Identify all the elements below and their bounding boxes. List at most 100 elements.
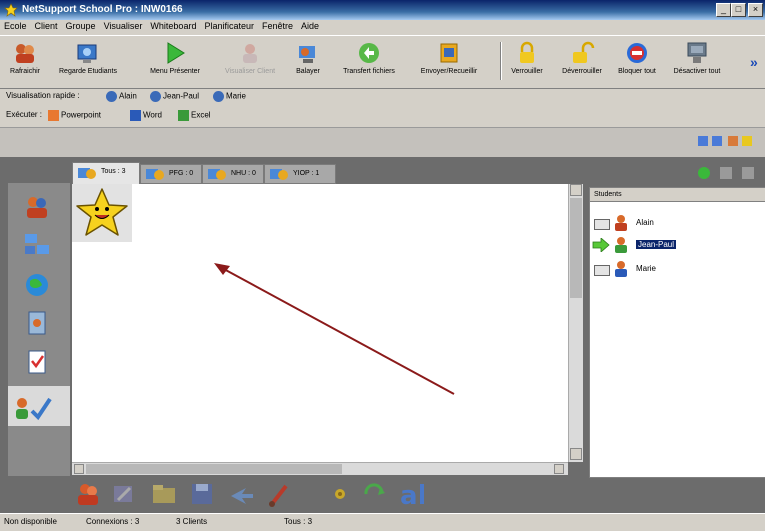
students-group-icon[interactable] [74, 480, 102, 508]
send-arrow-icon[interactable] [228, 480, 256, 508]
send-collect-icon [440, 43, 458, 63]
menu-whiteboard[interactable]: Whiteboard [146, 20, 200, 32]
student-icon [615, 215, 627, 231]
student-row-alain[interactable]: Alain [592, 214, 762, 232]
menu-visualiser[interactable]: Visualiser [100, 20, 147, 32]
excel-icon [178, 110, 189, 121]
execute-word[interactable]: Word [130, 110, 162, 121]
scroll-thumb[interactable] [570, 198, 582, 298]
save-icon[interactable] [188, 480, 216, 508]
view-client-icon [243, 44, 257, 63]
recycle-icon[interactable] [360, 480, 388, 508]
brush-icon[interactable] [266, 480, 294, 508]
quick-view-marie[interactable]: Marie [213, 91, 246, 102]
view-client-button[interactable]: Visualiser Client [222, 38, 278, 86]
test-designer-icon[interactable] [12, 393, 52, 421]
status-availability: Non disponible [4, 517, 57, 526]
unlock-button[interactable]: Déverrouiller [554, 38, 610, 86]
students-header: Students [590, 188, 765, 202]
watch-students-button[interactable]: Regarde Etudiants [58, 38, 118, 86]
block-all-button[interactable]: Bloquer tout [612, 38, 662, 86]
group-icon [208, 169, 226, 180]
student-row-jean-paul[interactable]: Jean-Paul [592, 236, 762, 254]
edit-pen-icon[interactable] [110, 480, 138, 508]
group-icon [78, 168, 96, 179]
laptop-icon [594, 265, 610, 276]
vertical-scrollbar[interactable] [568, 184, 583, 462]
add-icon[interactable] [698, 167, 710, 179]
applications-icon[interactable] [22, 309, 52, 337]
hscroll-thumb[interactable] [86, 464, 342, 474]
status-total: Tous : 3 [284, 517, 313, 526]
network-icon[interactable] [22, 231, 52, 259]
laptop-icon [594, 219, 610, 230]
lock-button[interactable]: Verrouiller [504, 38, 550, 86]
main-canvas[interactable] [72, 184, 568, 462]
grid-view-icon[interactable] [698, 136, 708, 146]
horizontal-scrollbar[interactable] [72, 462, 568, 475]
internet-icon[interactable] [22, 271, 52, 299]
menu-bar: Ecole Client Groupe Visualiser Whiteboard Pla… [0, 20, 765, 35]
arrow-right-icon [592, 238, 610, 252]
list-view-icon[interactable] [712, 136, 722, 146]
survey-icon[interactable] [22, 348, 52, 376]
execute-bar: Exécuter : Powerpoint Word Excel [0, 108, 765, 125]
execute-excel[interactable]: Excel [178, 110, 211, 121]
toolbar-separator [500, 42, 502, 80]
disable-all-icon [687, 42, 707, 63]
maximize-button[interactable]: □ [731, 3, 746, 17]
scan-icon [299, 46, 315, 63]
tab-pfg[interactable]: PFG : 0 [140, 164, 202, 184]
student-icon [615, 237, 627, 253]
tab-nhu[interactable]: NHU : 0 [202, 164, 264, 184]
tab-all[interactable]: Tous : 3 [72, 162, 140, 186]
unlock-icon [573, 41, 595, 63]
menu-groupe[interactable]: Groupe [62, 20, 100, 32]
delete-icon[interactable] [742, 167, 754, 179]
quick-view-jean-paul[interactable]: Jean-Paul [150, 91, 199, 102]
students-panel: Students Alain Jean-Paul Marie [589, 187, 765, 478]
edit-icon[interactable] [720, 167, 732, 179]
student-row-marie[interactable]: Marie [592, 260, 762, 278]
monitor-icon [150, 91, 161, 102]
menu-aide[interactable]: Aide [297, 20, 323, 32]
close-button[interactable]: × [748, 3, 763, 17]
status-connections: Connexions : 3 [86, 517, 140, 526]
open-folder-icon[interactable] [150, 480, 178, 508]
menu-planificateur[interactable]: Planificateur [200, 20, 258, 32]
powerpoint-icon [48, 110, 59, 121]
flower-icon[interactable] [326, 480, 354, 508]
menu-client[interactable]: Client [31, 20, 62, 32]
present-button[interactable]: Menu Présenter [150, 38, 200, 86]
file-transfer-button[interactable]: Transfert fichiers [338, 38, 400, 86]
separator-band [0, 127, 765, 158]
execute-powerpoint[interactable]: Powerpoint [48, 110, 101, 121]
tab-yiop[interactable]: YIOP : 1 [264, 164, 336, 184]
scan-button[interactable]: Balayer [290, 38, 326, 86]
folder-icon[interactable] [742, 136, 752, 146]
quick-view-bar: Visualisation rapide : Alain Jean-Paul M… [0, 89, 765, 106]
pointer-arrow [214, 263, 455, 395]
text-tool-icon[interactable]: a [396, 480, 436, 508]
quick-view-alain[interactable]: Alain [106, 91, 137, 102]
scroll-right-button[interactable] [554, 464, 564, 474]
menu-fenetre[interactable]: Fenêtre [258, 20, 297, 32]
toolbar: Rafraichir Regarde Etudiants Menu Présen… [0, 35, 765, 89]
workspace-actions [690, 165, 760, 181]
refresh-icon [16, 44, 34, 63]
settings-icon[interactable] [728, 136, 738, 146]
send-collect-button[interactable]: Envoyer/Recueillir [416, 38, 482, 86]
scroll-up-button[interactable] [570, 184, 582, 196]
toolbar-more-icon[interactable]: » [750, 54, 758, 70]
disable-all-button[interactable]: Désactiver tout [668, 38, 726, 86]
minimize-button[interactable]: _ [716, 3, 731, 17]
group-icon [146, 169, 164, 180]
students-icon[interactable] [22, 193, 52, 221]
status-clients: 3 Clients [176, 517, 208, 526]
file-transfer-icon [359, 43, 379, 63]
scroll-down-button[interactable] [570, 448, 582, 460]
group-icon [270, 169, 288, 180]
refresh-button[interactable]: Rafraichir [4, 38, 46, 86]
menu-ecole[interactable]: Ecole [0, 20, 31, 32]
scroll-left-button[interactable] [74, 464, 84, 474]
